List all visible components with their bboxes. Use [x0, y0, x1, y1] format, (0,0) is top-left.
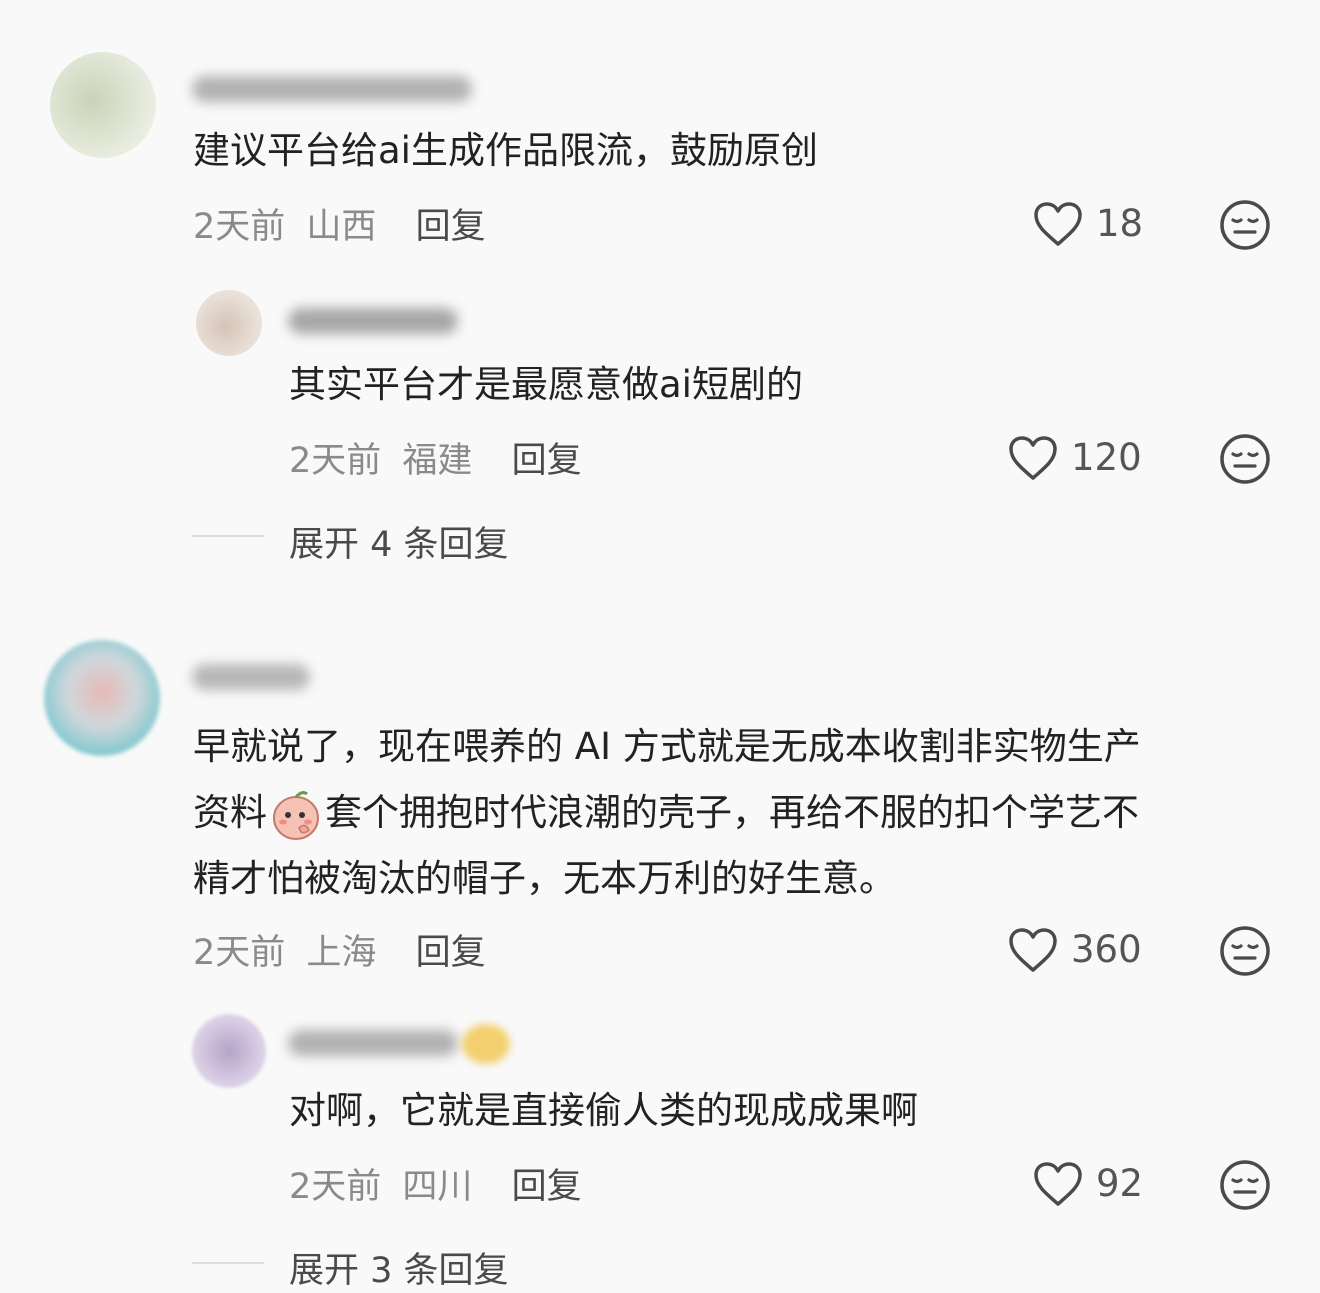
comment-text: 对啊，它就是直接偷人类的现成成果啊	[289, 1089, 918, 1132]
reply-button[interactable]: 回复	[416, 207, 486, 247]
comment-meta: 2天前 山西 回复	[193, 198, 486, 249]
dislike-button[interactable]	[1218, 1158, 1272, 1212]
avatar[interactable]	[50, 52, 156, 158]
avatar[interactable]	[192, 1014, 266, 1088]
username-blurred[interactable]	[192, 664, 310, 690]
username-blurred[interactable]	[288, 308, 458, 334]
heart-outline-icon	[1009, 436, 1057, 480]
comment-location: 山西	[306, 207, 377, 247]
heart-outline-icon	[1009, 928, 1057, 972]
meh-face-icon	[1220, 926, 1270, 976]
meh-face-icon	[1220, 434, 1270, 484]
like-count: 18	[1096, 202, 1144, 245]
comment-time: 2天前	[289, 441, 382, 481]
heart-outline-icon	[1034, 1162, 1082, 1206]
meh-face-icon	[1220, 1160, 1270, 1210]
like-button[interactable]	[1032, 1160, 1084, 1208]
comment-location: 福建	[402, 441, 473, 481]
avatar[interactable]	[196, 290, 262, 356]
comment-text-line: 精才怕被淘汰的帽子，无本万利的好生意。	[193, 857, 896, 900]
reply-button[interactable]: 回复	[512, 441, 582, 481]
shy-peach-emoji-icon	[269, 788, 323, 842]
comment-meta: 2天前 福建 回复	[289, 432, 582, 483]
username-blurred[interactable]	[192, 76, 472, 102]
comment-time: 2天前	[193, 207, 286, 247]
comment-time: 2天前	[193, 933, 286, 973]
reply-button[interactable]: 回复	[416, 933, 486, 973]
dislike-button[interactable]	[1218, 432, 1272, 486]
expand-replies-button[interactable]: 展开 4 条回复	[289, 516, 509, 567]
username-blurred[interactable]	[288, 1030, 458, 1056]
like-button[interactable]	[1007, 434, 1059, 482]
comment-location: 上海	[306, 933, 377, 973]
like-count: 92	[1096, 1162, 1144, 1205]
reply-button[interactable]: 回复	[512, 1167, 582, 1207]
like-button[interactable]	[1007, 926, 1059, 974]
dislike-button[interactable]	[1218, 198, 1272, 252]
meh-face-icon	[1220, 200, 1270, 250]
comment-meta: 2天前 上海 回复	[193, 924, 486, 975]
comment-time: 2天前	[289, 1167, 382, 1207]
comment-text: 其实平台才是最愿意做ai短剧的	[289, 363, 803, 406]
heart-outline-icon	[1034, 202, 1082, 246]
expand-replies-button[interactable]: 展开 3 条回复	[289, 1242, 509, 1293]
comment-text: 建议平台给ai生成作品限流，鼓励原创	[193, 129, 818, 172]
emoji-badge	[462, 1024, 510, 1064]
dislike-button[interactable]	[1218, 924, 1272, 978]
comment-location: 四川	[402, 1167, 473, 1207]
like-count: 360	[1071, 928, 1142, 971]
expand-divider	[192, 535, 264, 537]
comment-text: 早就说了，现在喂养的 AI 方式就是无成本收割非实物生产	[193, 725, 1141, 768]
avatar[interactable]	[44, 640, 160, 756]
like-button[interactable]	[1032, 200, 1084, 248]
comment-text-line: 资料 套个拥抱时代浪潮的壳子，再给不服的扣个学艺不	[193, 780, 1139, 846]
like-count: 120	[1071, 436, 1142, 479]
comment-meta: 2天前 四川 回复	[289, 1158, 582, 1209]
expand-divider	[192, 1262, 264, 1264]
